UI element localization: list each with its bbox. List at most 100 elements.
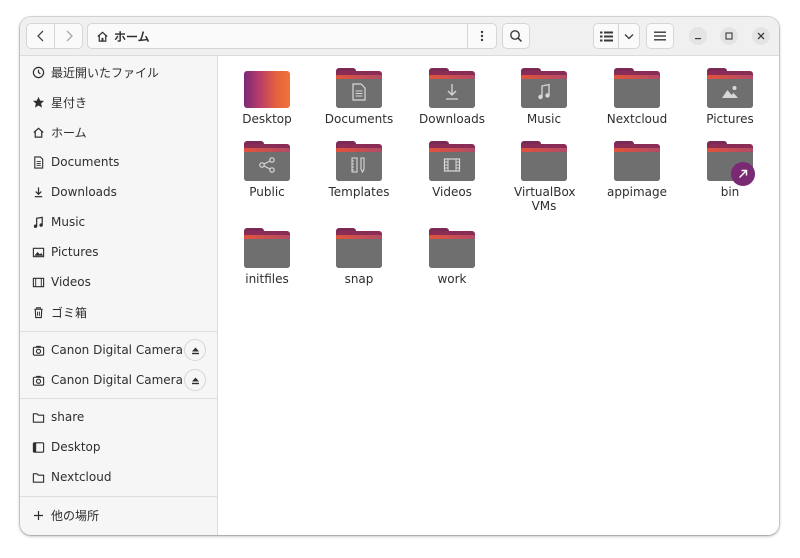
download-icon xyxy=(442,82,462,102)
folder-icon xyxy=(336,68,382,108)
file-label: VirtualBox VMs xyxy=(514,185,576,213)
desktop-icon xyxy=(244,68,290,108)
desktop-icon xyxy=(31,440,45,454)
eject-button[interactable] xyxy=(184,339,206,361)
sidebar-item-label: Music xyxy=(51,215,86,229)
document-icon xyxy=(349,82,369,102)
sidebar-item-downloads[interactable]: Downloads xyxy=(20,177,217,207)
chevron-right-icon xyxy=(66,30,73,42)
breadcrumb-label: ホーム xyxy=(114,29,150,44)
file-label: work xyxy=(437,272,467,286)
breadcrumb-home[interactable]: ホーム xyxy=(88,28,150,45)
sidebar-item-videos[interactable]: Videos xyxy=(20,267,217,297)
file-item-virtualbox-vms[interactable]: VirtualBox VMs xyxy=(501,141,587,213)
folder-icon xyxy=(614,68,660,108)
sidebar-item-starred[interactable]: 星付き xyxy=(20,87,217,117)
folder-icon xyxy=(429,141,475,181)
sidebar-item-desktop[interactable]: Desktop xyxy=(20,432,217,462)
sidebar-item-recent[interactable]: 最近開いたファイル xyxy=(20,57,217,87)
eject-icon xyxy=(191,377,199,384)
sidebar-item-label: ホーム xyxy=(51,125,87,140)
file-label: Public xyxy=(249,185,285,199)
sidebar-item-documents[interactable]: Documents xyxy=(20,147,217,177)
view-toggle-group xyxy=(593,23,640,49)
folder-icon xyxy=(31,410,45,424)
home-icon xyxy=(31,125,45,139)
search-icon xyxy=(510,30,523,43)
file-item-initfiles[interactable]: initfiles xyxy=(224,228,310,286)
sidebar-item-camera-1[interactable]: Canon Digital Camera xyxy=(20,335,217,365)
sidebar-item-label: 他の場所 xyxy=(51,508,100,523)
sidebar-item-trash[interactable]: ゴミ箱 xyxy=(20,297,217,327)
file-grid: Desktop Documents Downloads Music Nextcl… xyxy=(218,56,779,535)
file-item-public[interactable]: Public xyxy=(224,141,310,199)
file-label: Documents xyxy=(324,112,394,126)
file-item-downloads[interactable]: Downloads xyxy=(409,68,495,126)
path-bar[interactable]: ホーム xyxy=(87,23,497,49)
file-item-pictures[interactable]: Pictures xyxy=(687,68,773,126)
sidebar-separator xyxy=(20,398,217,399)
camera-icon xyxy=(31,373,45,387)
file-item-appimage[interactable]: appimage xyxy=(594,141,680,199)
minimize-button[interactable] xyxy=(689,27,707,45)
file-item-nextcloud[interactable]: Nextcloud xyxy=(594,68,680,126)
path-menu-button[interactable] xyxy=(467,24,496,48)
folder-icon xyxy=(707,141,755,186)
picture-icon xyxy=(720,82,740,102)
sidebar-item-label: Canon Digital Camera xyxy=(51,373,183,387)
sidebar-item-pictures[interactable]: Pictures xyxy=(20,237,217,267)
sidebar-separator xyxy=(20,496,217,497)
close-icon xyxy=(757,32,765,40)
file-item-snap[interactable]: snap xyxy=(316,228,402,286)
sidebar-item-home[interactable]: ホーム xyxy=(20,117,217,147)
back-button[interactable] xyxy=(27,24,54,48)
sidebar-item-music[interactable]: Music xyxy=(20,207,217,237)
maximize-button[interactable] xyxy=(720,27,738,45)
file-item-templates[interactable]: Templates xyxy=(316,141,402,199)
file-label: Music xyxy=(526,112,562,126)
search-button[interactable] xyxy=(502,23,530,49)
file-item-documents[interactable]: Documents xyxy=(316,68,402,126)
sidebar-item-label: Pictures xyxy=(51,245,99,259)
download-icon xyxy=(31,185,45,199)
file-item-bin[interactable]: bin xyxy=(687,141,773,199)
folder-icon xyxy=(31,470,45,484)
file-label: Downloads xyxy=(419,112,485,126)
view-options-button[interactable] xyxy=(619,24,639,48)
file-item-videos[interactable]: Videos xyxy=(409,141,495,199)
video-icon xyxy=(31,275,45,289)
file-label: snap xyxy=(344,272,374,286)
trash-icon xyxy=(31,305,45,319)
sidebar-item-share[interactable]: share xyxy=(20,402,217,432)
sidebar: 最近開いたファイル 星付き ホーム Documents Downloads Mu… xyxy=(20,56,218,535)
hamburger-menu-icon xyxy=(654,31,666,41)
chevron-down-icon xyxy=(624,33,634,39)
sidebar-item-other-locations[interactable]: 他の場所 xyxy=(20,500,217,530)
main-menu-button[interactable] xyxy=(646,23,674,49)
folder-icon xyxy=(244,228,290,268)
sidebar-item-label: Videos xyxy=(51,275,91,289)
eject-icon xyxy=(191,347,199,354)
eject-button[interactable] xyxy=(184,369,206,391)
sidebar-item-label: Nextcloud xyxy=(51,470,112,484)
file-label: Nextcloud xyxy=(606,112,668,126)
file-label: Pictures xyxy=(706,112,754,126)
file-item-desktop[interactable]: Desktop xyxy=(224,68,310,126)
sidebar-item-label: 星付き xyxy=(51,95,88,110)
file-label: Templates xyxy=(328,185,390,199)
close-button[interactable] xyxy=(752,27,770,45)
folder-icon xyxy=(336,141,382,181)
list-view-button[interactable] xyxy=(594,24,620,48)
sidebar-item-camera-2[interactable]: Canon Digital Camera xyxy=(20,365,217,395)
folder-icon xyxy=(244,141,290,181)
file-item-music[interactable]: Music xyxy=(501,68,587,126)
kebab-menu-icon xyxy=(480,30,484,42)
sidebar-item-label: 最近開いたファイル xyxy=(51,65,160,80)
sidebar-item-nextcloud[interactable]: Nextcloud xyxy=(20,462,217,492)
forward-button[interactable] xyxy=(54,24,82,48)
file-item-work[interactable]: work xyxy=(409,228,495,286)
sidebar-item-label: Desktop xyxy=(51,440,101,454)
folder-icon xyxy=(429,68,475,108)
camera-icon xyxy=(31,343,45,357)
folder-icon xyxy=(429,228,475,268)
